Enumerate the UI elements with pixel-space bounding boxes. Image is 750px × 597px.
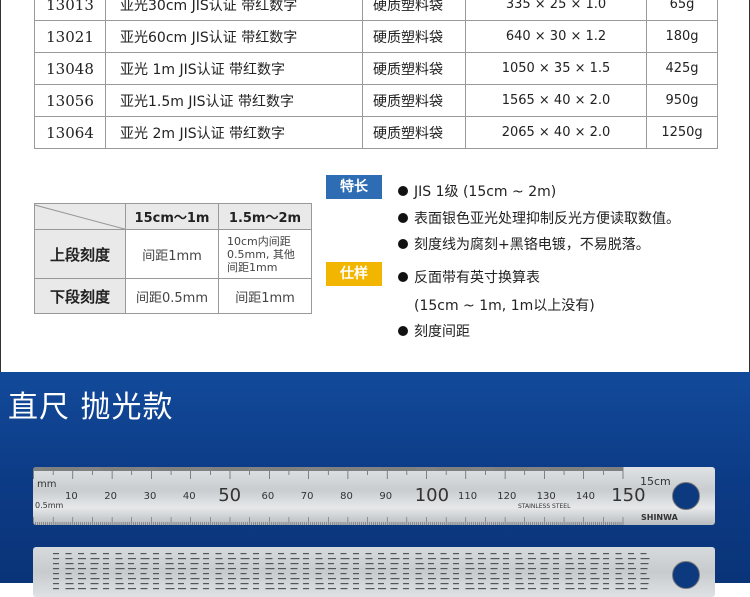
brand-label: SHINWA: [641, 513, 678, 522]
steel-ruler-back: [33, 547, 715, 597]
grid-row-header: 上段刻度: [34, 229, 126, 279]
hang-hole: [672, 561, 700, 589]
steel-ruler: mm 0.5mm 15cm STAINLESS STEEL SHINWA 10 2…: [33, 467, 715, 525]
product-weight: 425g: [646, 52, 718, 85]
conversion-table-marks: [53, 553, 650, 590]
ruler-number: 150: [611, 485, 646, 506]
spec-item: 刻度间距: [398, 321, 470, 341]
product-pack: 硬质塑料袋: [362, 20, 466, 53]
ruler-number: 100: [414, 485, 450, 506]
ruler-number: 50: [218, 485, 242, 506]
bullet-icon: [398, 326, 408, 336]
ruler-number: 110: [458, 491, 478, 502]
product-code: 13021: [34, 20, 106, 53]
ruler-number: 60: [261, 491, 275, 502]
ruler-number: 70: [300, 491, 314, 502]
product-name: 亚光 2m JIS认证 带红数字: [105, 116, 363, 149]
bullet-icon: [398, 239, 408, 249]
polished-section: 直尺 抛光款 mm 0.5mm 15cm STAINLESS STEEL SHI…: [0, 372, 750, 597]
product-size: 335 × 25 × 1.0: [465, 0, 647, 21]
product-name: 亚光30cm JIS认证 带红数字: [105, 0, 363, 21]
ruler-number: 40: [182, 491, 196, 502]
product-size: 2065 × 40 × 2.0: [465, 116, 647, 149]
product-name: 亚光 1m JIS认证 带红数字: [105, 52, 363, 85]
product-row: 13064 亚光 2m JIS认证 带红数字 硬质塑料袋 2065 × 40 × 2.…: [34, 116, 718, 149]
product-size: 640 × 30 × 1.2: [465, 20, 647, 53]
product-weight: 180g: [646, 20, 718, 53]
hang-hole: [672, 482, 700, 510]
grid-col-header: 15cm〜1m: [125, 203, 219, 230]
bullet-icon: [398, 272, 408, 282]
grid-cell: 间距0.5mm: [125, 278, 219, 314]
product-weight: 950g: [646, 84, 718, 117]
grid-cell: 间距1mm: [218, 278, 312, 314]
material-label: STAINLESS STEEL: [518, 503, 571, 510]
product-code: 13064: [34, 116, 106, 149]
product-weight: 65g: [646, 0, 718, 21]
product-weight: 1250g: [646, 116, 718, 149]
ruler-number: 90: [379, 491, 393, 502]
product-row: 13013 亚光30cm JIS认证 带红数字 硬质塑料袋 335 × 25 × 1.…: [34, 0, 718, 21]
ruler-number: 140: [575, 491, 595, 502]
product-pack: 硬质塑料袋: [362, 0, 466, 21]
product-pack: 硬质塑料袋: [362, 116, 466, 149]
spec-tag: 仕样: [326, 262, 382, 286]
product-row: 13056 亚光1.5m JIS认证 带红数字 硬质塑料袋 1565 × 40 × 2…: [34, 84, 718, 117]
section-title: 直尺 抛光款: [8, 390, 174, 425]
product-table: 13013 亚光30cm JIS认证 带红数字 硬质塑料袋 335 × 25 × 1.…: [34, 0, 718, 149]
ruler-number: 120: [497, 491, 517, 502]
bullet-icon: [398, 186, 408, 196]
spec-item: 反面带有英寸换算表: [398, 267, 540, 287]
product-code: 13048: [34, 52, 106, 85]
ruler-number: 10: [65, 491, 78, 502]
ruler-number: 30: [143, 491, 157, 502]
scale-spec-grid: 15cm〜1m 1.5m〜2m 上段刻度 间距1mm 10cm内间距 0.5mm…: [34, 203, 312, 314]
product-row: 13021 亚光60cm JIS认证 带红数字 硬质塑料袋 640 × 30 × 1.…: [34, 20, 718, 53]
product-code: 13013: [34, 0, 106, 21]
features-tag: 特长: [326, 175, 382, 199]
feature-item: 刻度线为腐刻+黑铬电镀，不易脱落。: [398, 234, 650, 254]
grid-cell: 间距1mm: [125, 229, 219, 279]
product-pack: 硬质塑料袋: [362, 52, 466, 85]
fine-scale-label: 0.5mm: [35, 501, 64, 510]
bullet-icon: [398, 213, 408, 223]
ruler-number: 80: [340, 491, 353, 502]
grid-row-header: 下段刻度: [34, 278, 126, 314]
product-size: 1050 × 35 × 1.5: [465, 52, 647, 85]
feature-item: JIS 1级 (15cm ~ 2m): [398, 181, 556, 201]
product-name: 亚光1.5m JIS认证 带红数字: [105, 84, 363, 117]
grid-cell: 10cm内间距 0.5mm, 其他间距1mm: [218, 229, 312, 279]
spec-item: (15cm ~ 1m, 1m以上没有): [414, 298, 595, 314]
ruler-number: 20: [104, 491, 118, 502]
product-code: 13056: [34, 84, 106, 117]
product-row: 13048 亚光 1m JIS认证 带红数字 硬质塑料袋 1050 × 35 × 1.…: [34, 52, 718, 85]
grid-col-header: 1.5m〜2m: [218, 203, 312, 230]
unit-label: mm: [37, 479, 57, 490]
product-name: 亚光60cm JIS认证 带红数字: [105, 20, 363, 53]
feature-item: 表面银色亚光处理抑制反光方便读取数值。: [398, 208, 680, 228]
product-pack: 硬质塑料袋: [362, 84, 466, 117]
grid-corner: [34, 203, 126, 230]
product-size: 1565 × 40 × 2.0: [465, 84, 647, 117]
ruler-number: 130: [536, 491, 556, 502]
